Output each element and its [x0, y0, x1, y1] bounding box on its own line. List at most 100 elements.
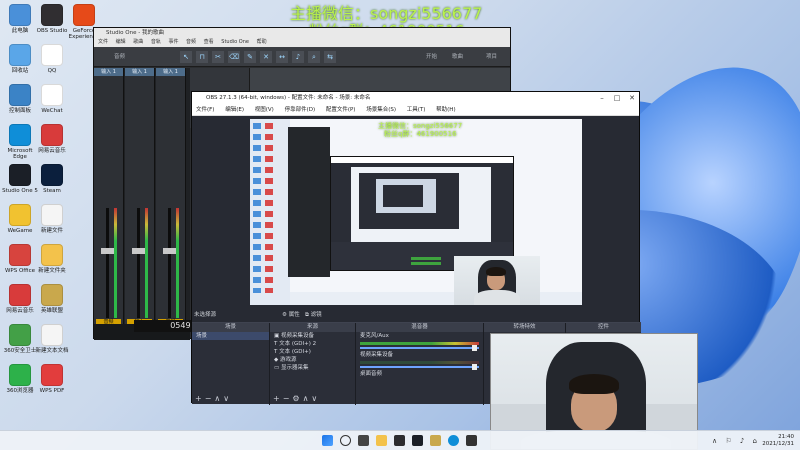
source-item-display[interactable]: ▭ 显示器采集 [270, 364, 355, 372]
channel-3-fader-knob[interactable] [163, 248, 176, 254]
app-icon [73, 4, 95, 26]
studio-toolbar-audio-label[interactable]: 音频 [114, 52, 125, 60]
desktop-icon-label: 控制面板 [8, 108, 31, 114]
video-capture-volume-slider[interactable] [360, 364, 479, 370]
desktop-icon[interactable]: 新建文本文档 [34, 324, 70, 354]
studio-menu-view[interactable]: 查看 [204, 39, 214, 45]
studio-titlebar[interactable]: Studio One - 我的歌曲 [94, 28, 510, 38]
scenes-footer-controls[interactable]: +−∧∨ [195, 394, 232, 403]
listen-tool-icon[interactable]: ♪ [292, 51, 304, 63]
desktop-icon[interactable]: WPS Office [2, 244, 38, 274]
studio-menu-track[interactable]: 音轨 [151, 39, 161, 45]
desktop-icon[interactable]: QQ [34, 44, 70, 74]
desktop-icon-label: 此电脑 [11, 28, 29, 34]
bend-tool-icon[interactable]: ↔ [276, 51, 288, 63]
studio-menu-studio-one[interactable]: Studio One [221, 39, 249, 45]
source-item-text[interactable]: T 文本 (GDI+) [270, 348, 355, 356]
obs-menu-file[interactable]: 文件(F) [196, 107, 214, 113]
edge-taskbar-icon[interactable] [448, 435, 459, 446]
split-tool-icon[interactable]: ✂ [212, 51, 224, 63]
desktop-icon[interactable]: Studio One 5 [2, 164, 38, 194]
desktop-icon[interactable]: 360浏览器 [2, 364, 38, 394]
windows-start-icon[interactable] [322, 435, 333, 446]
scene-item[interactable]: 场景 [192, 332, 269, 340]
obs-taskbar-icon[interactable] [394, 435, 405, 446]
system-tray-icons[interactable]: ∧ ⚐ ♪ ⌂ [712, 437, 760, 445]
desktop-icon[interactable]: Microsoft Edge [2, 124, 38, 160]
desktop-icon-label: Microsoft Edge [7, 148, 33, 161]
desktop-icon[interactable]: 网易云音乐 [34, 124, 70, 154]
pencil-tool-icon[interactable]: ✎ [244, 51, 256, 63]
channel-1-fader-knob[interactable] [101, 248, 114, 254]
desktop-icon[interactable]: 英雄联盟 [34, 284, 70, 314]
properties-button[interactable]: 属性 [289, 312, 300, 318]
desktop-icon[interactable]: Steam [34, 164, 70, 194]
obs-menu-view[interactable]: 视图(V) [255, 107, 274, 113]
channel-2-fader-knob[interactable] [132, 248, 145, 254]
source-item-video-capture[interactable]: ▣ 视频采集设备 [270, 332, 355, 340]
studio-menu-help[interactable]: 帮助 [257, 39, 267, 45]
sources-footer-controls[interactable]: +−⚙∧∨ [273, 394, 320, 403]
studio-menu-file[interactable]: 文件 [98, 39, 108, 45]
studio-song-button[interactable]: 歌曲 [452, 52, 463, 60]
obs-menu-edit[interactable]: 编辑(E) [225, 107, 244, 113]
snap-tool-icon[interactable]: ⇆ [324, 51, 336, 63]
desktop-icon[interactable]: WeGame [2, 204, 38, 234]
studio-start-button[interactable]: 开始 [426, 52, 437, 60]
studio-channel-3[interactable]: 输入 1 音频 [156, 68, 186, 338]
transitions-header: 转场特效 [484, 323, 565, 332]
source-item-game[interactable]: ◆ 游戏源 [270, 356, 355, 364]
desktop-icon[interactable]: 此电脑 [2, 4, 38, 34]
studio-one-taskbar-icon[interactable] [412, 435, 423, 446]
obs-menu-profile[interactable]: 配置文件(P) [326, 107, 356, 113]
range-tool-icon[interactable]: ⊓ [196, 51, 208, 63]
mute-tool-icon[interactable]: ✕ [260, 51, 272, 63]
desktop-icon[interactable]: OBS Studio [34, 4, 70, 34]
app-taskbar-icon[interactable] [466, 435, 477, 446]
desktop-icon[interactable]: 360安全卫士 [2, 324, 38, 354]
clock-time: 21:40 [778, 434, 794, 440]
file-explorer-icon[interactable] [376, 435, 387, 446]
task-view-icon[interactable] [358, 435, 369, 446]
minimize-icon[interactable]: – [595, 92, 609, 105]
search-icon[interactable] [340, 435, 351, 446]
game-taskbar-icon[interactable] [430, 435, 441, 446]
app-icon [9, 364, 31, 386]
studio-project-button[interactable]: 项目 [486, 52, 497, 60]
obs-menu-docks[interactable]: 停靠部件(D) [285, 107, 316, 113]
app-icon [41, 44, 63, 66]
obs-menu-scene-collection[interactable]: 场景集合(S) [366, 107, 396, 113]
desktop-icon[interactable]: 新建文件 [34, 204, 70, 234]
desktop-icon[interactable]: 网易云音乐 [2, 284, 38, 314]
desktop-icon[interactable]: WeChat [34, 84, 70, 114]
desktop-icon-label: WPS PDF [39, 388, 65, 394]
filters-button[interactable]: 滤镜 [311, 312, 322, 318]
desktop-icon[interactable]: 新建文件夹 [34, 244, 70, 274]
gear-icon[interactable]: ⚙ [282, 312, 287, 318]
app-icon [41, 164, 63, 186]
studio-menubar: 文件 编辑 歌曲 音轨 事件 音频 查看 Studio One 帮助 [94, 38, 510, 47]
maximize-icon[interactable]: □ [610, 92, 624, 105]
mic-volume-slider[interactable] [360, 345, 479, 351]
zoom-tool-icon[interactable]: ⌕ [308, 51, 320, 63]
studio-menu-event[interactable]: 事件 [168, 39, 178, 45]
obs-menu-tools[interactable]: 工具(T) [407, 107, 426, 113]
filter-icon[interactable]: ⧉ [305, 312, 309, 318]
arrow-tool-icon[interactable]: ↖ [180, 51, 192, 63]
studio-menu-song[interactable]: 歌曲 [133, 39, 143, 45]
desktop-icon[interactable]: WPS PDF [34, 364, 70, 394]
clock[interactable]: 21:40 2021/12/31 [762, 434, 794, 448]
desktop-icon[interactable]: 回收站 [2, 44, 38, 74]
obs-preview-canvas[interactable]: 主播微信：songzi556677 粉丝q群：461900516 [250, 119, 582, 305]
studio-channel-2[interactable]: 输入 1 输入 [125, 68, 155, 338]
source-item-text-2[interactable]: T 文本 (GDI+) 2 [270, 340, 355, 348]
studio-menu-edit[interactable]: 编辑 [116, 39, 126, 45]
desktop-icon[interactable]: 控制面板 [2, 84, 38, 114]
studio-channel-1[interactable]: 输入 1 音频 [94, 68, 124, 338]
studio-menu-audio[interactable]: 音频 [186, 39, 196, 45]
obs-titlebar[interactable]: OBS 27.1.3 (64-bit, windows) - 配置文件: 未命名… [192, 92, 639, 105]
eraser-tool-icon[interactable]: ⌫ [228, 51, 240, 63]
obs-menu-help[interactable]: 帮助(H) [436, 107, 455, 113]
close-icon[interactable]: ✕ [625, 92, 639, 105]
app-icon [9, 44, 31, 66]
